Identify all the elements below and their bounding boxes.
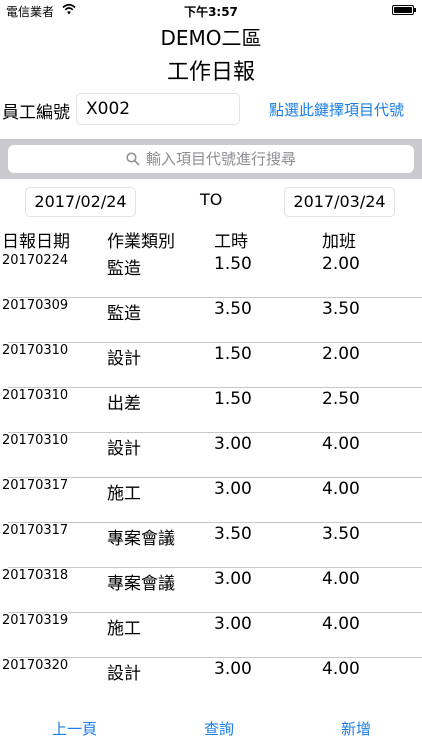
row-hours: 1.50 xyxy=(214,254,252,274)
row-type: 設計 xyxy=(107,439,141,459)
table-row[interactable]: 20170317 專案會議 3.50 3.50 xyxy=(0,515,422,568)
table-row[interactable]: 20170310 出差 1.50 2.50 xyxy=(0,380,422,433)
row-hours: 1.50 xyxy=(214,344,252,364)
report-list: 20170224 監造 1.50 2.00 20170309 監造 3.50 3.50 2017… xyxy=(0,245,422,695)
row-hours: 3.00 xyxy=(214,434,252,454)
row-hours: 1.50 xyxy=(214,389,252,409)
row-date: 20170309 xyxy=(2,298,69,313)
row-type: 出差 xyxy=(107,394,141,414)
table-row[interactable]: 20170318 專案會議 3.00 4.00 xyxy=(0,560,422,613)
end-date-field[interactable]: 2017/03/24 xyxy=(284,187,395,217)
prev-page-button[interactable]: 上一頁 xyxy=(52,718,97,739)
select-project-button[interactable]: 點選此鍵擇項目代號 xyxy=(269,99,404,120)
row-hours: 3.50 xyxy=(214,524,252,544)
search-input[interactable]: 輸入項目代號進行搜尋 xyxy=(8,145,414,173)
row-date: 20170319 xyxy=(2,613,69,628)
row-date: 20170318 xyxy=(2,568,69,583)
row-type: 施工 xyxy=(107,484,141,504)
row-type: 專案會議 xyxy=(107,574,175,594)
bottom-toolbar: 上一頁 查詢 新增 xyxy=(0,718,422,748)
row-date: 20170317 xyxy=(2,523,69,538)
row-type: 專案會議 xyxy=(107,529,175,549)
row-hours: 3.00 xyxy=(214,569,252,589)
row-hours: 3.00 xyxy=(214,479,252,499)
employee-id-label: 員工編號 xyxy=(2,103,70,123)
row-overtime: 4.00 xyxy=(322,659,360,679)
table-row[interactable]: 20170224 監造 1.50 2.00 xyxy=(0,245,422,298)
row-type: 設計 xyxy=(107,349,141,369)
table-row[interactable]: 20170310 設計 1.50 2.00 xyxy=(0,335,422,388)
row-overtime: 3.50 xyxy=(322,299,360,319)
table-row[interactable]: 20170320 設計 3.00 4.00 xyxy=(0,650,422,695)
company-name: DEMO二區 xyxy=(160,26,262,50)
row-type: 設計 xyxy=(107,664,141,684)
row-overtime: 4.00 xyxy=(322,614,360,634)
row-type: 施工 xyxy=(107,619,141,639)
row-hours: 3.00 xyxy=(214,614,252,634)
row-date: 20170224 xyxy=(2,253,69,268)
table-row[interactable]: 20170319 施工 3.00 4.00 xyxy=(0,605,422,658)
search-placeholder-row: 輸入項目代號進行搜尋 xyxy=(8,145,414,173)
page-title: 工作日報 xyxy=(166,60,255,85)
row-date: 20170317 xyxy=(2,478,69,493)
table-row[interactable]: 20170317 施工 3.00 4.00 xyxy=(0,470,422,523)
table-row[interactable]: 20170310 設計 3.00 4.00 xyxy=(0,425,422,478)
row-type: 監造 xyxy=(107,304,141,324)
add-button[interactable]: 新增 xyxy=(341,718,371,739)
row-hours: 3.00 xyxy=(214,659,252,679)
row-overtime: 4.00 xyxy=(322,569,360,589)
row-date: 20170310 xyxy=(2,388,69,403)
row-date: 20170310 xyxy=(2,433,69,448)
status-time: 下午3:57 xyxy=(184,5,238,19)
search-bar: 輸入項目代號進行搜尋 xyxy=(0,139,422,179)
start-date-field[interactable]: 2017/02/24 xyxy=(25,187,136,217)
search-icon xyxy=(126,152,140,166)
employee-id-input[interactable]: X002 xyxy=(76,93,240,125)
row-date: 20170320 xyxy=(2,658,69,673)
table-row[interactable]: 20170309 監造 3.50 3.50 xyxy=(0,290,422,343)
battery-icon xyxy=(392,5,416,15)
status-bar: 電信業者 下午3:57 xyxy=(0,0,422,20)
row-overtime: 2.00 xyxy=(322,254,360,274)
row-overtime: 4.00 xyxy=(322,479,360,499)
row-hours: 3.50 xyxy=(214,299,252,319)
query-button[interactable]: 查詢 xyxy=(204,718,234,739)
row-type: 監造 xyxy=(107,259,141,279)
search-placeholder: 輸入項目代號進行搜尋 xyxy=(145,150,296,168)
row-overtime: 2.50 xyxy=(322,389,360,409)
row-overtime: 2.00 xyxy=(322,344,360,364)
row-overtime: 3.50 xyxy=(322,524,360,544)
row-date: 20170310 xyxy=(2,343,69,358)
date-range-separator: TO xyxy=(200,190,223,209)
row-overtime: 4.00 xyxy=(322,434,360,454)
